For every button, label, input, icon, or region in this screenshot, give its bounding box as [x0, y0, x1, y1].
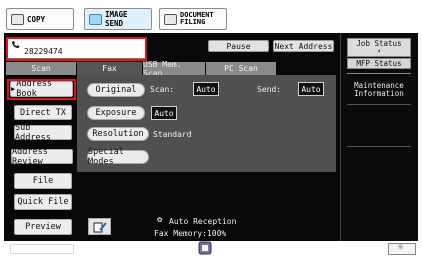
right-panel-divider-3 — [347, 146, 411, 147]
document-filing-label-line2: FILING — [180, 18, 206, 26]
job-status-label: Job Status — [356, 38, 402, 48]
maintenance-information-button[interactable]: Maintenance Information — [347, 82, 411, 98]
resolution-value: Standard — [153, 130, 192, 139]
preview-button[interactable]: Preview — [14, 219, 72, 235]
auto-reception-icon: ✿ — [157, 215, 163, 225]
send-size-label: Send: — [257, 85, 282, 94]
exposure-value: Auto — [151, 106, 177, 120]
mfp-status-button[interactable]: MFP Status — [347, 58, 411, 69]
brightness-icon: ☼ — [398, 243, 404, 253]
pause-button[interactable]: Pause — [208, 40, 269, 52]
direct-tx-button[interactable]: Direct TX — [14, 105, 72, 120]
next-address-button[interactable]: Next Address — [273, 40, 334, 52]
scan-size-value: Auto — [193, 82, 219, 96]
destination-highlight — [6, 37, 147, 61]
toggle-arrows-icon: ⬍ — [377, 47, 381, 55]
copy-mode-tab[interactable]: COPY — [6, 8, 74, 30]
job-status-button[interactable]: Job Status ⬍ — [347, 38, 411, 57]
document-filing-mode-tab[interactable]: DOCUMENT FILING — [159, 8, 227, 30]
tab-scan[interactable]: Scan — [6, 62, 76, 75]
resolution-button[interactable]: Resolution — [87, 127, 149, 141]
machine-status-icon — [198, 241, 212, 255]
right-panel-divider-2 — [347, 104, 411, 105]
original-button[interactable]: Original — [87, 83, 145, 97]
bottom-message-field — [10, 244, 74, 254]
document-filing-icon — [164, 13, 177, 25]
tab-fax[interactable]: Fax — [77, 62, 142, 75]
address-book-highlight — [7, 79, 76, 100]
fax-memory-status: Fax Memory:100% — [154, 229, 227, 238]
exposure-button[interactable]: Exposure — [87, 106, 145, 120]
image-send-mode-tab[interactable]: IMAGE SEND — [84, 8, 152, 30]
right-panel-divider — [347, 73, 411, 74]
special-modes-button[interactable]: Special Modes — [87, 147, 149, 167]
quick-file-button[interactable]: Quick File — [14, 194, 72, 210]
address-review-button[interactable]: Address Review — [11, 147, 73, 167]
sub-address-button[interactable]: Sub Address — [14, 123, 72, 143]
brightness-button[interactable]: ☼ — [388, 243, 416, 255]
tab-pc-scan[interactable]: PC Scan — [206, 62, 276, 75]
program-register-button[interactable] — [88, 218, 111, 235]
copy-icon — [11, 13, 24, 25]
maintenance-label-line2: Information — [354, 89, 404, 98]
send-size-value: Auto — [298, 82, 324, 96]
document-pencil-icon — [93, 222, 107, 233]
tab-usb-mem-scan[interactable]: USB Mem. Scan — [143, 60, 205, 78]
auto-reception-status: Auto Reception — [169, 217, 237, 226]
scan-size-label: Scan: — [150, 85, 175, 94]
copy-mode-label: COPY — [27, 14, 46, 24]
image-send-mode-label: IMAGE SEND — [105, 10, 128, 28]
image-send-icon — [89, 13, 102, 25]
file-button[interactable]: File — [14, 173, 72, 189]
document-filing-mode-label: DOCUMENT FILING — [180, 12, 214, 26]
